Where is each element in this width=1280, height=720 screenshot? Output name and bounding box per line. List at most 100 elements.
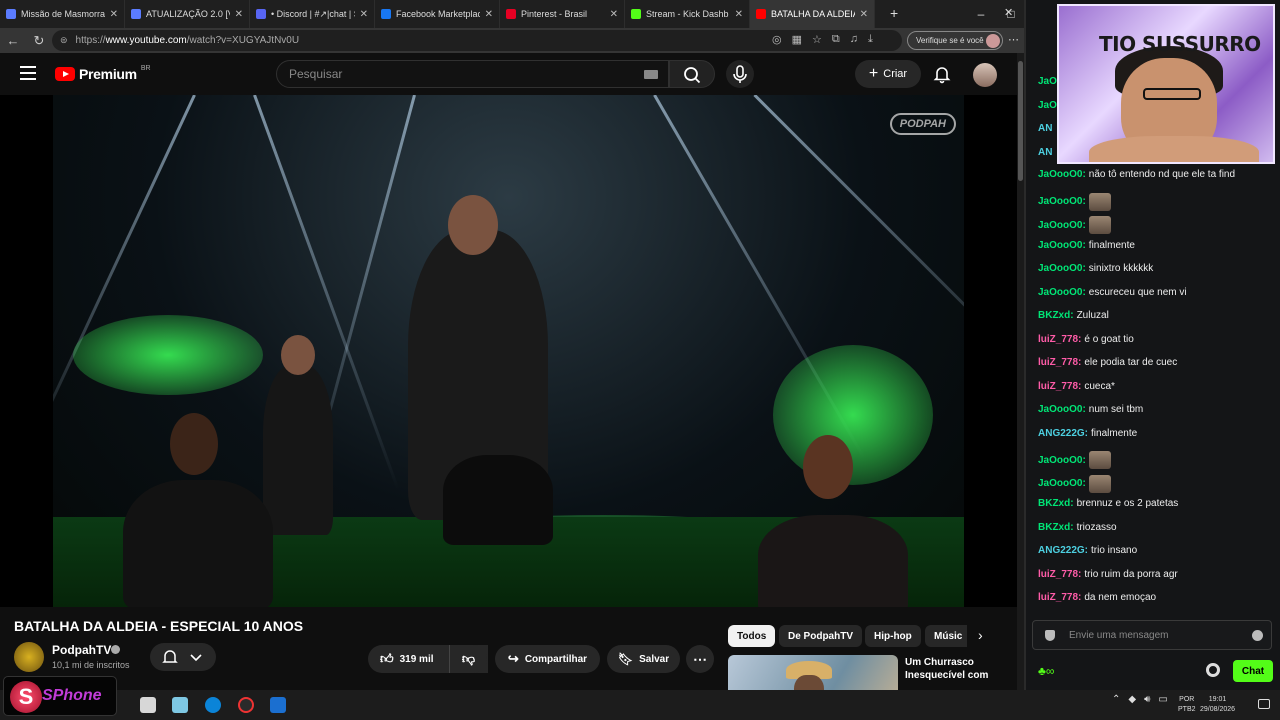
reload-icon[interactable]: ↻ xyxy=(26,33,52,49)
browser-tab[interactable]: Stream - Kick Dashb ✕ xyxy=(625,0,750,28)
grid-icon[interactable]: ▦ xyxy=(792,33,802,46)
share-button[interactable]: ↪ Compartilhar xyxy=(495,645,600,673)
kick-points-icon[interactable]: ♣∞ xyxy=(1038,664,1054,678)
host-left xyxy=(123,480,273,607)
app-icon-4[interactable] xyxy=(238,697,254,713)
chat-username[interactable]: JaOooO0: xyxy=(1038,478,1086,489)
close-window-button[interactable]: ✕ xyxy=(1004,6,1013,19)
chat-username[interactable]: JaOooO0: xyxy=(1038,196,1086,207)
tab-title: BATALHA DA ALDEIA xyxy=(771,9,855,19)
browser-tab[interactable]: Facebook Marketplace | ✕ xyxy=(375,0,500,28)
shield-tray-icon[interactable]: ◆ xyxy=(1128,694,1136,705)
video-title: BATALHA DA ALDEIA - ESPECIAL 10 ANOS xyxy=(14,618,304,634)
browser-tab[interactable]: BATALHA DA ALDEIA ✕ xyxy=(750,0,875,28)
send-chat-button[interactable]: Chat xyxy=(1233,660,1273,682)
account-avatar[interactable] xyxy=(973,63,997,87)
browser-tab[interactable]: Pinterest - Brasil ✕ xyxy=(500,0,625,28)
voice-search-button[interactable] xyxy=(726,60,754,88)
chat-username[interactable]: ANG222G: xyxy=(1038,545,1088,556)
chevron-right-icon[interactable]: › xyxy=(978,627,983,643)
music-icon[interactable]: ♫ xyxy=(850,33,858,46)
extensions-icon[interactable]: ⧉ xyxy=(832,33,840,46)
chip-de-podpahtv[interactable]: De PodpahTV xyxy=(779,625,863,647)
site-info-icon[interactable]: ⊜ xyxy=(60,35,68,46)
chat-username[interactable]: JaOooO0: xyxy=(1038,169,1086,180)
browser-menu-icon[interactable]: ⋯ xyxy=(1008,33,1019,46)
channel-name[interactable]: PodpahTV xyxy=(52,643,111,657)
save-label: Salvar xyxy=(639,653,670,665)
shield-icon[interactable] xyxy=(1045,630,1055,641)
create-button[interactable]: + Criar xyxy=(855,60,921,88)
close-tab-icon[interactable]: ✕ xyxy=(110,9,118,20)
eye-off-icon[interactable]: ◎ xyxy=(772,33,782,46)
language-indicator[interactable]: POR PTB2 xyxy=(1178,695,1196,715)
close-tab-icon[interactable]: ✕ xyxy=(735,9,743,20)
browser-tab[interactable]: Missão de Masmorras R ✕ xyxy=(0,0,125,28)
chat-username[interactable]: ANG222G: xyxy=(1038,428,1088,439)
more-actions-button[interactable]: ⋯ xyxy=(686,645,714,673)
star-icon[interactable]: ☆ xyxy=(812,33,822,46)
chat-username[interactable]: JaOooO0: xyxy=(1038,287,1086,298)
dislike-button[interactable]: 👎︎ xyxy=(449,645,487,673)
hamburger-menu-icon[interactable] xyxy=(20,66,36,80)
close-tab-icon[interactable]: ✕ xyxy=(610,9,618,20)
chat-username[interactable]: BKZxd: xyxy=(1038,522,1074,533)
notification-icon[interactable] xyxy=(1258,699,1270,709)
clock[interactable]: 19:01 29/08/2026 xyxy=(1200,695,1235,715)
address-icons: ◎ ▦ ☆ ⧉ ♫ ⤓ xyxy=(772,33,873,46)
chat-emote xyxy=(1088,451,1111,469)
chip-musica[interactable]: Músic xyxy=(925,625,967,647)
chat-username[interactable]: BKZxd: xyxy=(1038,498,1074,509)
chat-username[interactable]: luiZ_778: xyxy=(1038,381,1081,392)
chat-username[interactable]: luiZ_778: xyxy=(1038,334,1081,345)
emoji-icon[interactable] xyxy=(1252,630,1263,641)
chat-message: JaOooO0: xyxy=(1038,474,1111,493)
chat-username[interactable]: BKZxd: xyxy=(1038,310,1074,321)
chat-username[interactable]: JaOooO0: xyxy=(1038,263,1086,274)
chat-username[interactable]: luiZ_778: xyxy=(1038,357,1081,368)
speaker-icon[interactable]: 🔊︎ xyxy=(1144,694,1150,705)
chat-username[interactable]: JaOooO0: xyxy=(1038,455,1086,466)
chat-message-input[interactable]: Envie uma mensagem xyxy=(1032,620,1272,650)
network-icon[interactable]: ▭ xyxy=(1158,694,1167,705)
chip-todos[interactable]: Todos xyxy=(728,625,776,647)
chat-username[interactable]: JaOooO0: xyxy=(1038,220,1086,231)
search-input[interactable]: Pesquisar xyxy=(276,60,669,88)
app-icon-1[interactable] xyxy=(140,697,156,713)
chat-username[interactable]: JaOooO0: xyxy=(1038,404,1086,415)
edge-icon[interactable] xyxy=(205,697,221,713)
save-button[interactable]: 🔖︎ Salvar xyxy=(607,645,680,673)
gear-icon[interactable] xyxy=(1206,663,1220,677)
chevron-up-icon[interactable]: ⌃ xyxy=(1112,694,1120,705)
steam-icon[interactable] xyxy=(270,697,286,713)
page-scrollbar[interactable] xyxy=(1017,53,1024,690)
video-player[interactable]: PODPAH xyxy=(0,95,1017,607)
chat-username[interactable]: luiZ_778: xyxy=(1038,592,1081,603)
channel-avatar[interactable] xyxy=(14,642,44,672)
browser-tab[interactable]: ATUALIZAÇÃO 2.0 [VERÃ ✕ xyxy=(125,0,250,28)
chat-username[interactable]: JaOooO0: xyxy=(1038,240,1086,251)
notifications-bell-icon[interactable] xyxy=(932,64,952,84)
close-tab-icon[interactable]: ✕ xyxy=(860,9,868,20)
chat-message: luiZ_778: trio ruim da porra agr xyxy=(1038,569,1178,580)
chat-username[interactable]: luiZ_778: xyxy=(1038,569,1081,580)
app-icon-2[interactable] xyxy=(172,697,188,713)
chip-hip-hop[interactable]: Hip-hop xyxy=(865,625,921,647)
download-icon[interactable]: ⤓ xyxy=(868,33,873,46)
close-tab-icon[interactable]: ✕ xyxy=(485,9,493,20)
close-tab-icon[interactable]: ✕ xyxy=(235,9,243,20)
chat-text: brennuz e os 2 patetas xyxy=(1076,498,1179,509)
back-icon[interactable]: ← xyxy=(0,33,26,48)
browser-tab[interactable]: • Discord | #↗|chat | S ✕ xyxy=(250,0,375,28)
minimize-button[interactable]: – xyxy=(966,7,996,21)
verify-identity-button[interactable]: Verifique se é você xyxy=(907,31,1003,50)
chat-message: JaOooO0: xyxy=(1038,451,1111,469)
keyboard-icon[interactable] xyxy=(644,70,658,79)
search-button[interactable] xyxy=(669,60,715,88)
youtube-logo[interactable]: Premium BR xyxy=(55,65,151,82)
close-tab-icon[interactable]: ✕ xyxy=(360,9,368,20)
subscription-bell-button[interactable] xyxy=(150,643,216,671)
recommended-title[interactable]: Um Churrasco Inesquecível com xyxy=(905,656,1005,682)
like-count: 319 mil xyxy=(399,653,434,665)
new-tab-button[interactable]: + xyxy=(890,5,898,21)
